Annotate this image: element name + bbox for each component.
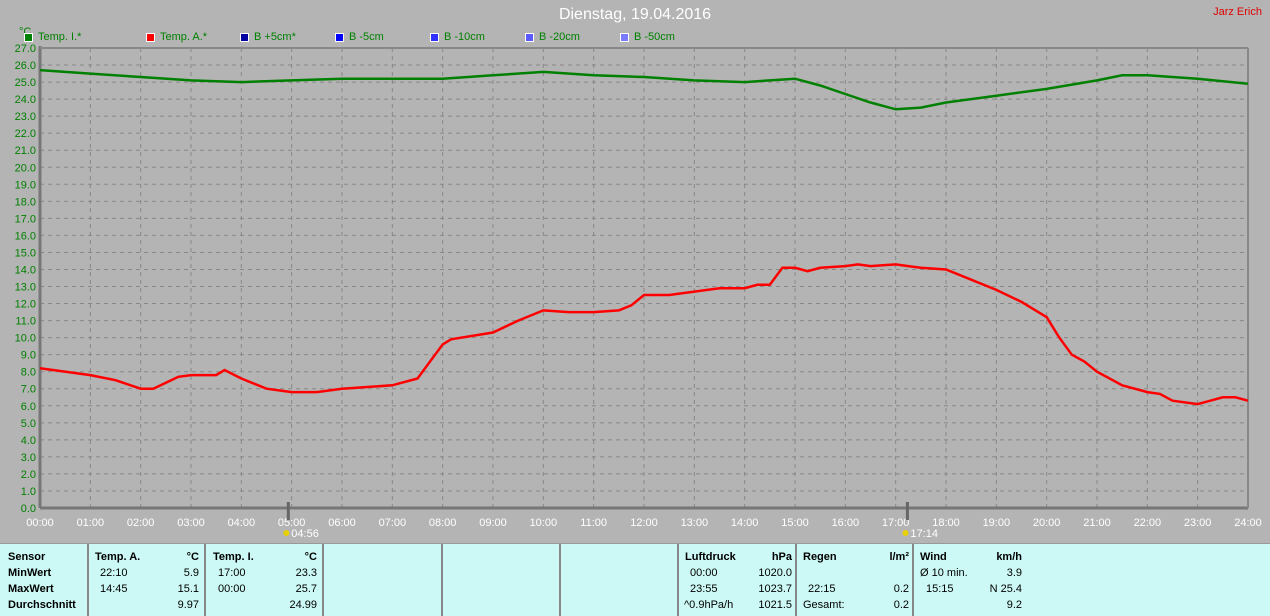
temp-i-max-time: 00:00 [218, 583, 246, 595]
x-tick-label: 01:00 [77, 517, 105, 529]
y-tick-label: 22.0 [15, 128, 36, 140]
wind-unit: km/h [996, 551, 1022, 563]
y-tick-label: 16.0 [15, 230, 36, 242]
y-tick-label: 10.0 [15, 333, 36, 345]
luftdruck-min-time: 00:00 [690, 567, 718, 579]
max-label: MaxWert [8, 583, 54, 595]
y-tick-label: 1.0 [21, 486, 36, 498]
temp-a-header: Temp. A. [95, 551, 141, 563]
x-tick-label: 23:00 [1184, 517, 1212, 529]
luftdruck-max-value: 1023.7 [758, 583, 792, 595]
regen-total: 0.2 [893, 599, 909, 611]
x-tick-label: 14:00 [731, 517, 759, 529]
y-tick-label: 4.0 [21, 435, 36, 447]
x-tick-label: 06:00 [328, 517, 356, 529]
y-tick-label: 3.0 [21, 452, 36, 464]
y-tick-label: 13.0 [15, 282, 36, 294]
temp-a-unit: °C [186, 551, 199, 563]
y-tick-label: 7.0 [21, 384, 36, 396]
luftdruck-max-time: 23:55 [690, 583, 718, 595]
sunrise-label: 04:56 [291, 528, 319, 540]
wind-max-value: N 25.4 [989, 583, 1022, 595]
y-tick-label: 25.0 [15, 77, 36, 89]
x-tick-label: 17:00 [882, 517, 910, 529]
luftdruck-unit: hPa [771, 551, 792, 563]
sensor-header: Sensor [8, 551, 46, 563]
luftdruck-header: Luftdruck [685, 551, 736, 563]
y-tick-label: 6.0 [21, 401, 36, 413]
y-tick-label: 15.0 [15, 247, 36, 259]
regen-unit: l/m² [889, 551, 909, 563]
series-line-tempa [39, 263, 1249, 406]
y-tick-label: 18.0 [15, 196, 36, 208]
sunset-label: 17:14 [910, 528, 938, 540]
x-tick-label: 12:00 [630, 517, 658, 529]
y-tick-label: 17.0 [15, 213, 36, 225]
x-tick-label: 22:00 [1134, 517, 1162, 529]
wind-avg10: 3.9 [1006, 567, 1022, 579]
x-tick-label: 04:00 [228, 517, 256, 529]
temperature-chart: 0.0 1.0 2.0 3.0 4.0 5.0 6.0 7.0 8.0 9.0 10.0 11.0 12… [15, 43, 1262, 540]
x-tick-label: 21:00 [1083, 517, 1111, 529]
x-tick-label: 24:00 [1234, 517, 1262, 529]
temp-a-avg: 9.97 [177, 599, 199, 611]
x-tick-label: 09:00 [479, 517, 507, 529]
x-tick-label: 13:00 [681, 517, 709, 529]
temp-a-min-time: 22:10 [100, 567, 128, 579]
regen-max-time: 22:15 [808, 583, 836, 595]
min-label: MinWert [8, 567, 52, 579]
wind-max-time: 15:15 [926, 583, 954, 595]
x-tick-label: 16:00 [832, 517, 860, 529]
temp-i-min-time: 17:00 [218, 567, 246, 579]
y-tick-label: 19.0 [15, 179, 36, 191]
y-tick-label: 9.0 [21, 350, 36, 362]
luftdruck-avg: 1021.5 [758, 599, 792, 611]
temp-i-header: Temp. I. [213, 551, 254, 563]
y-tick-label: 21.0 [15, 145, 36, 157]
x-tick-label: 03:00 [177, 517, 205, 529]
temp-i-unit: °C [304, 551, 317, 563]
y-tick-label: 24.0 [15, 94, 36, 106]
regen-header: Regen [803, 551, 837, 563]
y-tick-label: 11.0 [15, 316, 36, 328]
luftdruck-trend: ^0.9hPa/h [684, 599, 734, 611]
x-tick-label: 00:00 [26, 517, 54, 529]
temp-a-max-value: 15.1 [177, 583, 199, 595]
y-tick-label: 12.0 [15, 299, 36, 311]
x-tick-label: 11:00 [580, 517, 607, 529]
wind-header: Wind [920, 551, 947, 563]
temp-a-max-time: 14:45 [100, 583, 128, 595]
sunset-icon [902, 530, 909, 536]
wind-avg: 9.2 [1006, 599, 1022, 611]
y-tick-label: 20.0 [15, 162, 36, 174]
x-tick-label: 15:00 [781, 517, 809, 529]
x-tick-label: 07:00 [379, 517, 407, 529]
regen-max-value: 0.2 [893, 583, 909, 595]
y-tick-label: 27.0 [15, 43, 36, 55]
y-tick-label: 8.0 [21, 367, 36, 379]
temp-i-avg: 24.99 [289, 599, 317, 611]
y-tick-label: 14.0 [15, 264, 36, 276]
stats-panel: Sensor MinWert MaxWert Durchschnitt Temp… [0, 543, 1270, 616]
temp-i-min-value: 23.3 [295, 567, 317, 579]
y-tick-label: 23.0 [15, 111, 36, 123]
avg-label: Durchschnitt [8, 599, 76, 611]
x-tick-label: 02:00 [127, 517, 155, 529]
y-tick-label: 26.0 [15, 60, 36, 72]
x-tick-label: 08:00 [429, 517, 457, 529]
wind-avg-label: Ø 10 min. [920, 567, 968, 579]
y-tick-label: 0.0 [21, 503, 36, 515]
x-tick-label: 20:00 [1033, 517, 1061, 529]
y-tick-label: 2.0 [21, 469, 36, 481]
sunrise-icon [283, 530, 290, 536]
y-tick-label: 5.0 [21, 418, 36, 430]
temp-a-min-value: 5.9 [183, 567, 199, 579]
luftdruck-min-value: 1020.0 [758, 567, 792, 579]
regen-total-label: Gesamt: [803, 599, 845, 611]
x-tick-label: 19:00 [983, 517, 1011, 529]
temp-i-max-value: 25.7 [295, 583, 317, 595]
x-tick-label: 10:00 [530, 517, 558, 529]
